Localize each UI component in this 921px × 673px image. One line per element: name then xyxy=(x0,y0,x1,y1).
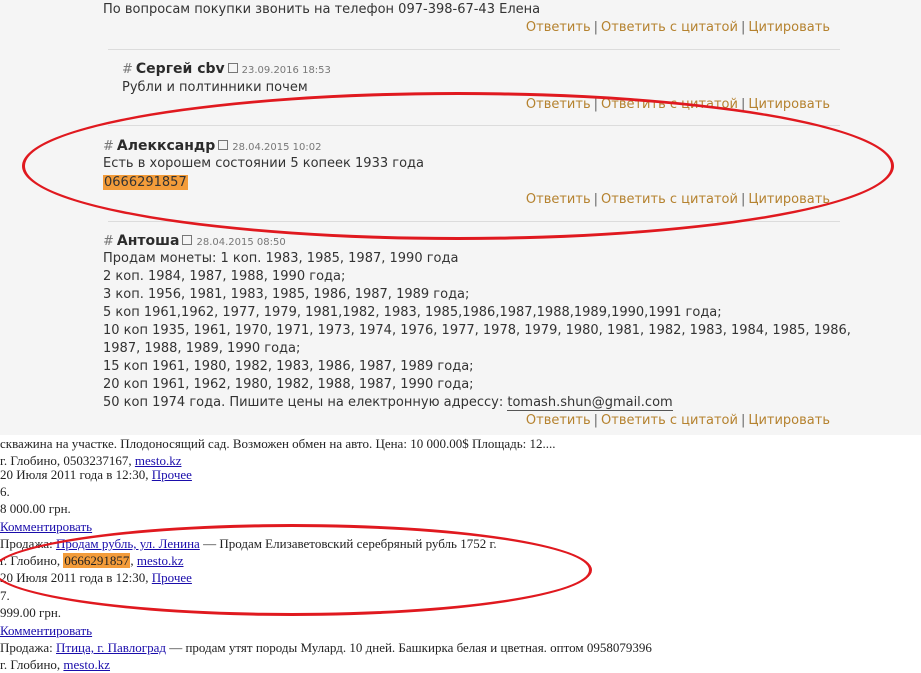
listing-comment: Комментировать xyxy=(0,622,92,639)
listing-comment: Комментировать xyxy=(0,518,92,535)
classifieds-listing-section: скважина на участке. Плодоносящий сад. В… xyxy=(0,435,921,672)
comment-divider xyxy=(108,125,840,126)
reply-with-quote-link[interactable]: Ответить с цитатой xyxy=(601,413,738,428)
email-link[interactable]: tomash.shun@gmail.com xyxy=(507,395,673,411)
comment-link[interactable]: Комментировать xyxy=(0,519,92,534)
comment-text-line: 20 коп 1961, 1962, 1980, 1982, 1988, 198… xyxy=(103,377,474,392)
reply-link[interactable]: Ответить xyxy=(526,20,591,35)
listing-number: 7. xyxy=(0,588,10,603)
comment-actions: Ответить | Ответить с цитатой | Цитировать xyxy=(525,97,830,112)
site-link[interactable]: mesto.kz xyxy=(63,657,110,672)
listing-title: Продажа: Птица, г. Павлоград — продам ут… xyxy=(0,640,652,655)
comment-actions: Ответить | Ответить с цитатой | Цитировать xyxy=(525,192,830,207)
category-link[interactable]: Прочее xyxy=(152,570,192,585)
calendar-icon xyxy=(182,235,193,245)
comment-text-line: 3 коп. 1956, 1981, 1983, 1985, 1986, 198… xyxy=(103,287,470,302)
reply-with-quote-link[interactable]: Ответить с цитатой xyxy=(601,97,738,112)
comment-actions: Ответить | Ответить с цитатой | Цитировать xyxy=(525,413,830,428)
comment-actions: Ответить | Ответить с цитатой | Цитировать xyxy=(525,20,830,35)
listing-title-link[interactable]: Птица, г. Павлоград xyxy=(56,640,166,655)
listing-location: г. Глобино, mesto.kz xyxy=(0,657,110,672)
comment-text-line: Продам монеты: 1 коп. 1983, 1985, 1987, … xyxy=(103,251,459,266)
listing-title: Продажа: Продам рубль, ул. Ленина — Прод… xyxy=(0,536,497,551)
listing-description: скважина на участке. Плодоносящий сад. В… xyxy=(0,436,556,451)
calendar-icon xyxy=(218,140,229,150)
listing-title-link[interactable]: Продам рубль, ул. Ленина xyxy=(56,536,200,551)
reply-with-quote-link[interactable]: Ответить с цитатой xyxy=(601,192,738,207)
comment-text-line: 1987, 1988, 1989, 1990 года; xyxy=(103,341,301,356)
quote-link[interactable]: Цитировать xyxy=(748,20,830,35)
comment-author: # Сергей cbv 23.09.2016 18:53 xyxy=(122,61,331,77)
comment-link[interactable]: Комментировать xyxy=(0,623,92,638)
comment-text-line: 2 коп. 1984, 1987, 1988, 1990 года; xyxy=(103,269,346,284)
comment-divider xyxy=(108,49,840,50)
highlighted-phone: 0666291857 xyxy=(103,175,188,190)
comment-author: # Антоша 28.04.2015 08:50 xyxy=(103,233,286,249)
comment-text-line: 50 коп 1974 года. Пишите цены на електро… xyxy=(103,395,673,411)
comment-text-line: 5 коп 1961,1962, 1977, 1979, 1981,1982, … xyxy=(103,305,722,320)
comment-author: # Алекксандр 28.04.2015 10:02 xyxy=(103,138,322,154)
site-link[interactable]: mesto.kz xyxy=(137,553,184,568)
previous-comment-text: По вопросам покупки звонить на телефон 0… xyxy=(103,2,541,17)
comment-text-line: 15 коп 1961, 1980, 1982, 1983, 1986, 198… xyxy=(103,359,474,374)
reply-with-quote-link[interactable]: Ответить с цитатой xyxy=(601,20,738,35)
comment-divider xyxy=(108,221,840,222)
forum-comments-section: По вопросам покупки звонить на телефон 0… xyxy=(0,0,921,435)
reply-link[interactable]: Ответить xyxy=(526,413,591,428)
listing-date: 20 Июля 2011 года в 12:30, Прочее xyxy=(0,570,192,585)
reply-link[interactable]: Ответить xyxy=(526,97,591,112)
comment-phone: 0666291857 xyxy=(103,174,188,192)
quote-link[interactable]: Цитировать xyxy=(748,413,830,428)
calendar-icon xyxy=(227,63,238,73)
comment-text: Есть в хорошем состоянии 5 копеек 1933 г… xyxy=(103,156,424,171)
listing-price: 8 000.00 грн. xyxy=(0,501,71,516)
listing-number: 6. xyxy=(0,484,10,499)
highlighted-phone: 0666291857 xyxy=(63,553,131,568)
quote-link[interactable]: Цитировать xyxy=(748,97,830,112)
category-link[interactable]: Прочее xyxy=(152,467,192,482)
quote-link[interactable]: Цитировать xyxy=(748,192,830,207)
reply-link[interactable]: Ответить xyxy=(526,192,591,207)
listing-location: г. Глобино, 0666291857, mesto.kz xyxy=(0,553,184,568)
listing-price: 999.00 грн. xyxy=(0,605,62,620)
comment-text-line: 10 коп 1935, 1961, 1970, 1971, 1973, 197… xyxy=(103,323,851,338)
listing-date: 20 Июля 2011 года в 12:30, Прочее xyxy=(0,467,192,482)
comment-text: Рубли и полтинники почем xyxy=(122,80,308,95)
